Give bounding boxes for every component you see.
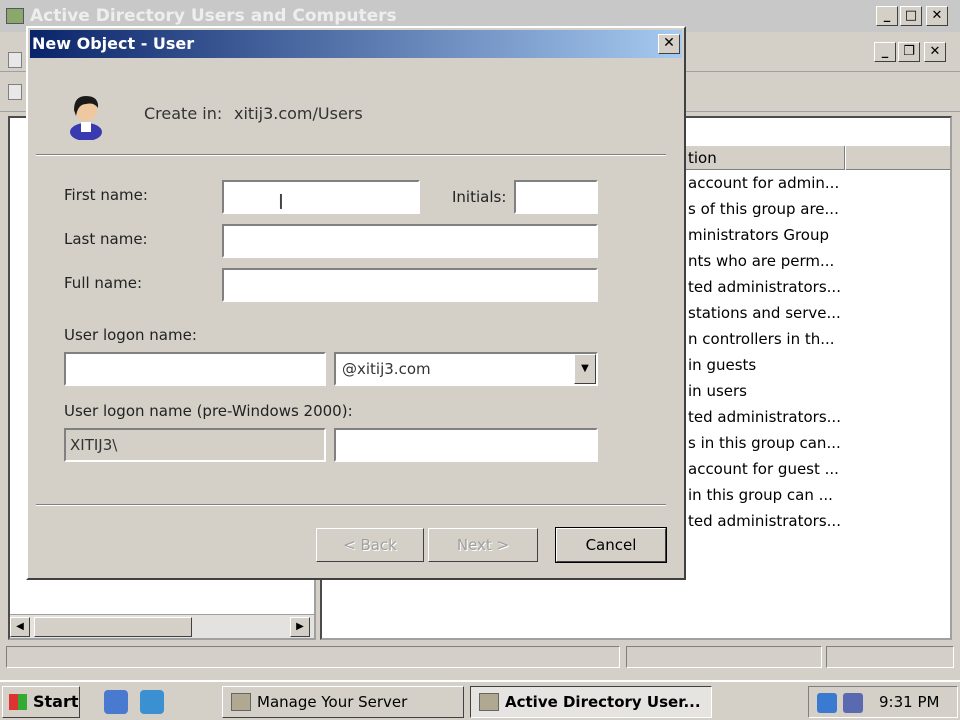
close-button[interactable]: ✕	[926, 6, 948, 26]
taskbar: Start Manage Your Server Active Director…	[0, 680, 960, 720]
list-item[interactable]: account for admin...	[688, 174, 839, 199]
main-window-title: Active Directory Users and Computers	[30, 6, 397, 26]
start-button[interactable]: Start	[2, 686, 80, 718]
list-item[interactable]: s in this group can...	[688, 434, 841, 459]
manage-server-icon	[231, 693, 251, 711]
chevron-down-icon[interactable]: ▼	[574, 354, 596, 384]
full-name-input[interactable]	[222, 268, 598, 302]
last-name-label: Last name:	[64, 230, 148, 248]
console-icon	[6, 8, 24, 24]
child-minimize-button[interactable]: _	[874, 42, 896, 62]
create-in-path: xitij3.com/Users	[234, 104, 363, 123]
child-close-button[interactable]: ✕	[924, 42, 946, 62]
active-directory-icon	[479, 693, 499, 711]
list-item[interactable]: ted administrators...	[688, 512, 841, 537]
forward-icon[interactable]	[8, 84, 22, 100]
back-icon[interactable]	[8, 52, 22, 68]
first-name-label: First name:	[64, 186, 148, 204]
first-name-input[interactable]	[222, 180, 420, 214]
status-cell	[6, 646, 620, 668]
list-item[interactable]: in guests	[688, 356, 756, 381]
column-separator[interactable]	[844, 146, 846, 170]
list-item[interactable]: s of this group are...	[688, 200, 839, 225]
pre-windows-2000-logon-input[interactable]	[334, 428, 598, 462]
system-tray: 9:31 PM	[808, 686, 958, 718]
separator	[36, 504, 666, 506]
list-item[interactable]: in users	[688, 382, 747, 407]
scroll-left-arrow-icon[interactable]: ◀	[10, 617, 30, 637]
list-item[interactable]: account for guest ...	[688, 460, 839, 485]
tree-horizontal-scrollbar[interactable]: ◀ ▶	[10, 614, 314, 638]
dialog-close-button[interactable]: ✕	[658, 34, 680, 54]
close-icon: ✕	[663, 35, 675, 51]
initials-input[interactable]	[514, 180, 598, 214]
taskbar-item-manage-your-server[interactable]: Manage Your Server	[222, 686, 464, 718]
list-item[interactable]: ministrators Group	[688, 226, 829, 251]
domain-suffix-select[interactable]: @xitij3.com ▼	[334, 352, 598, 386]
text-cursor-icon: Ι	[278, 190, 284, 214]
clock[interactable]: 9:31 PM	[879, 693, 939, 711]
full-name-label: Full name:	[64, 274, 143, 292]
list-item[interactable]: in this group can ...	[688, 486, 833, 511]
dialog-titlebar[interactable]: New Object - User ✕	[30, 30, 682, 58]
monitor-icon[interactable]	[843, 693, 863, 713]
list-item[interactable]: ted administrators...	[688, 408, 841, 433]
back-button[interactable]: < Back	[316, 528, 424, 562]
task-label: Active Directory User...	[505, 693, 701, 711]
taskbar-item-active-directory[interactable]: Active Directory User...	[470, 686, 712, 718]
user-icon	[70, 96, 102, 140]
dialog-title: New Object - User	[32, 34, 195, 53]
pre-windows-2000-label: User logon name (pre-Windows 2000):	[64, 402, 353, 420]
status-cell	[826, 646, 954, 668]
task-label: Manage Your Server	[257, 693, 408, 711]
separator	[36, 154, 666, 156]
next-button[interactable]: Next >	[428, 528, 538, 562]
windows-logo-icon	[9, 694, 27, 710]
new-object-user-dialog: New Object - User ✕ Create in: xitij3.co…	[26, 26, 686, 580]
list-item[interactable]: n controllers in th...	[688, 330, 835, 355]
column-header-description[interactable]: tion	[688, 149, 717, 167]
user-logon-name-label: User logon name:	[64, 326, 197, 344]
scroll-thumb[interactable]	[34, 617, 192, 637]
list-item[interactable]: nts who are perm...	[688, 252, 834, 277]
user-logon-name-input[interactable]	[64, 352, 326, 386]
list-item[interactable]: stations and serve...	[688, 304, 841, 329]
domain-suffix-value: @xitij3.com	[342, 360, 431, 378]
network-icon[interactable]	[817, 693, 837, 713]
create-in-label: Create in:	[144, 104, 223, 123]
pre-windows-2000-domain-field	[64, 428, 326, 462]
minimize-button[interactable]: _	[876, 6, 898, 26]
child-restore-button[interactable]: ❐	[898, 42, 920, 62]
initials-label: Initials:	[452, 188, 507, 206]
last-name-input[interactable]	[222, 224, 598, 258]
maximize-button[interactable]: □	[900, 6, 922, 26]
list-item[interactable]: ted administrators...	[688, 278, 841, 303]
internet-explorer-icon[interactable]	[104, 690, 128, 714]
status-cell	[626, 646, 822, 668]
start-label: Start	[33, 692, 79, 711]
cancel-button[interactable]: Cancel	[555, 527, 667, 563]
status-bar	[0, 642, 960, 672]
show-desktop-icon[interactable]	[140, 690, 164, 714]
scroll-right-arrow-icon[interactable]: ▶	[290, 617, 310, 637]
